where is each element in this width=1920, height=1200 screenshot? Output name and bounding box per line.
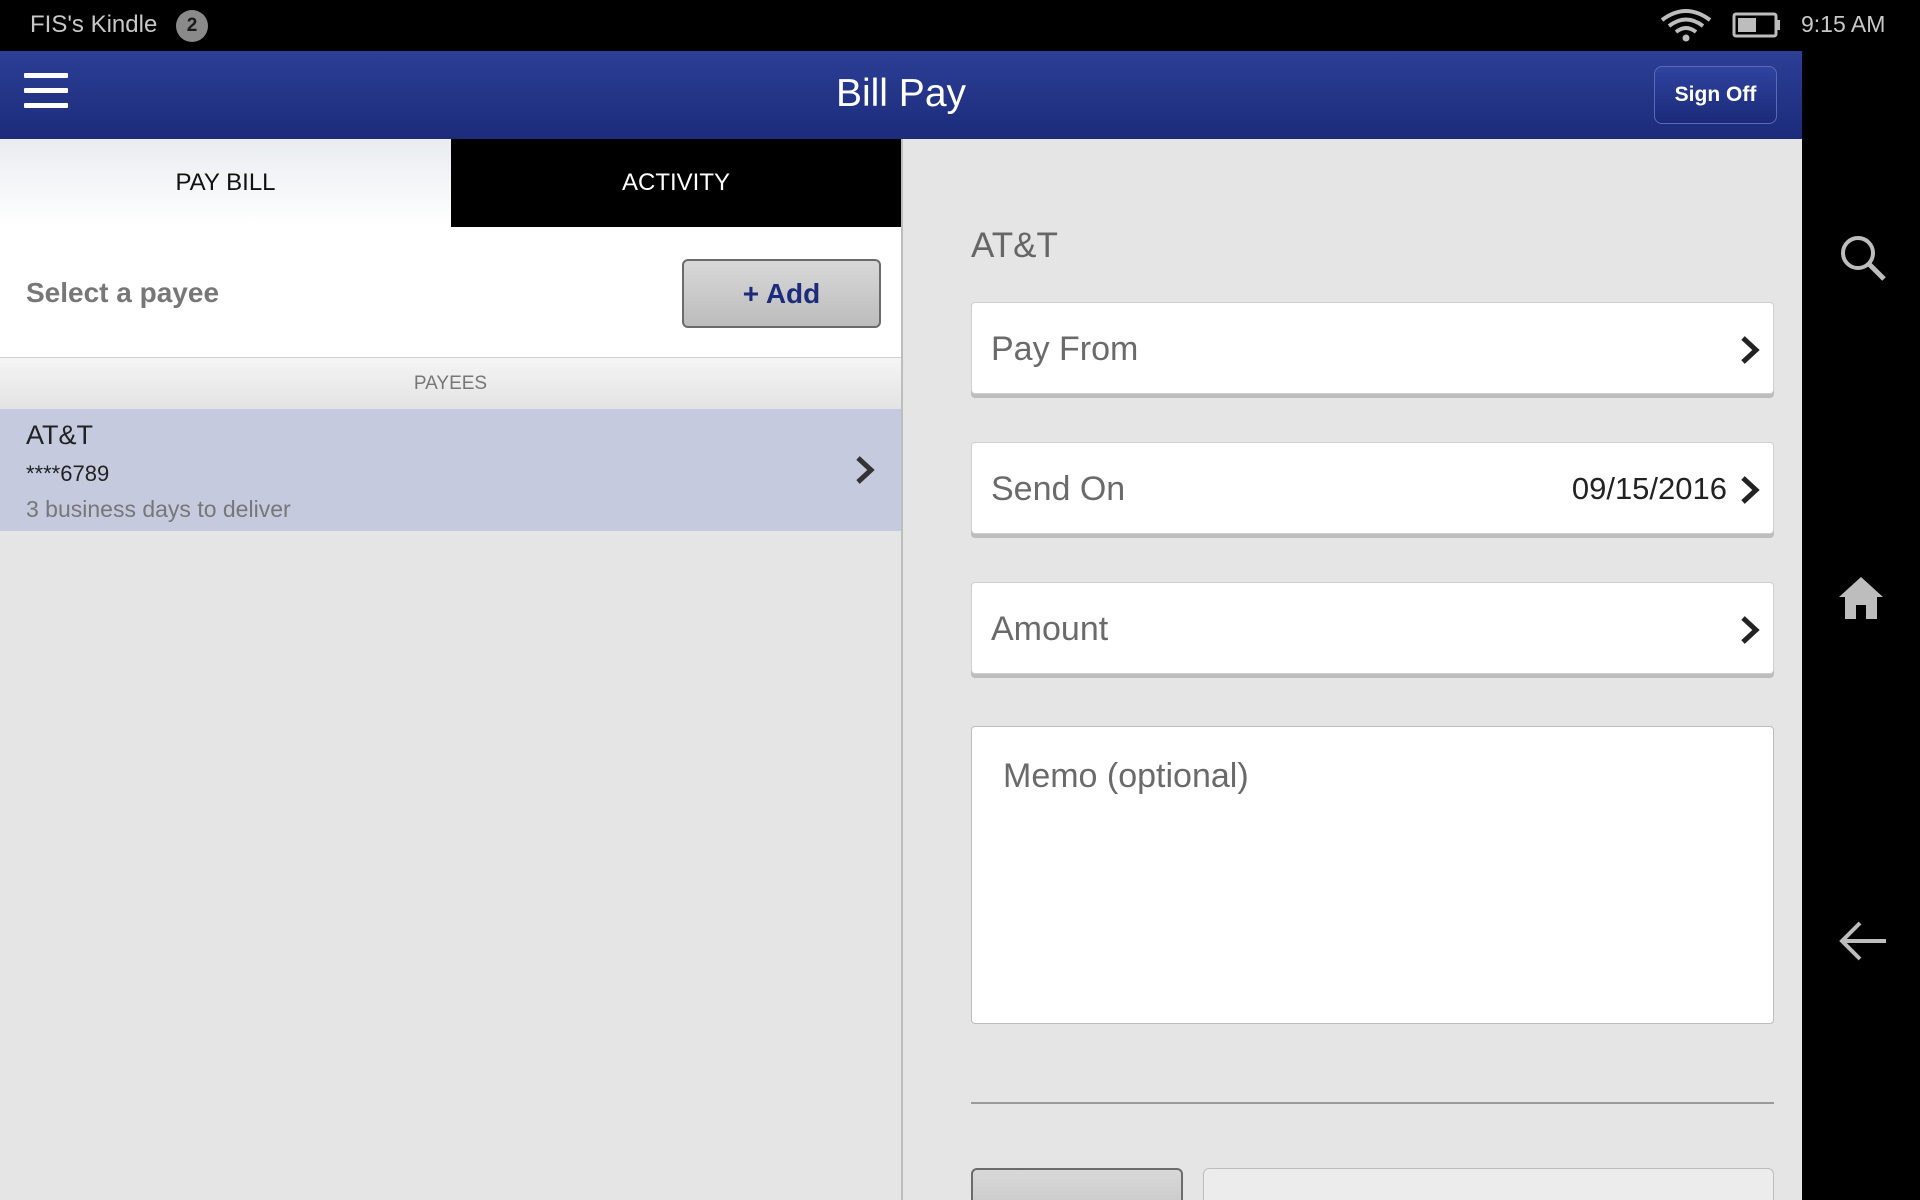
pay-from-field[interactable]: Pay From bbox=[971, 302, 1774, 394]
send-on-label: Send On bbox=[991, 470, 1126, 508]
notification-badge: 2 bbox=[176, 10, 208, 42]
pay-from-label: Pay From bbox=[991, 330, 1139, 368]
payee-panel: PAY BILL ACTIVITY Select a payee + Add P… bbox=[0, 139, 901, 1200]
search-icon[interactable] bbox=[1838, 233, 1888, 283]
back-arrow-icon[interactable] bbox=[1838, 919, 1888, 963]
payee-name: AT&T bbox=[26, 420, 93, 450]
payee-account-number: ****6789 bbox=[26, 461, 110, 486]
send-on-date: 09/15/2016 bbox=[1571, 471, 1727, 506]
home-icon[interactable] bbox=[1837, 575, 1885, 621]
battery-icon bbox=[1732, 12, 1780, 38]
select-payee-bar: Select a payee + Add bbox=[0, 227, 901, 358]
payment-form-panel: AT&T Pay From Send On 09/15/2016 Amount … bbox=[903, 139, 1802, 1200]
memo-placeholder: Memo (optional) bbox=[1003, 757, 1249, 795]
selected-payee-heading: AT&T bbox=[971, 226, 1058, 265]
amount-label: Amount bbox=[991, 610, 1109, 648]
system-nav-bar bbox=[1802, 51, 1920, 1200]
form-separator bbox=[971, 1102, 1774, 1104]
wifi-icon bbox=[1660, 9, 1712, 42]
chevron-right-icon bbox=[1741, 476, 1760, 504]
select-payee-label: Select a payee bbox=[26, 277, 220, 308]
page-title: Bill Pay bbox=[835, 72, 967, 115]
bill-pay-app: Bill Pay Sign Off PAY BILL ACTIVITY Sele… bbox=[0, 51, 1802, 1200]
form-action-button-secondary[interactable] bbox=[971, 1168, 1183, 1200]
form-action-button-primary[interactable] bbox=[1203, 1168, 1774, 1200]
clock: 9:15 AM bbox=[1801, 11, 1886, 37]
amount-field[interactable]: Amount bbox=[971, 582, 1774, 674]
tab-pay-bill[interactable]: PAY BILL bbox=[0, 139, 451, 227]
memo-textarea[interactable]: Memo (optional) bbox=[971, 726, 1774, 1024]
send-on-field[interactable]: Send On 09/15/2016 bbox=[971, 442, 1774, 534]
add-payee-button[interactable]: + Add bbox=[682, 259, 881, 328]
chevron-right-icon bbox=[1741, 616, 1760, 644]
tab-activity[interactable]: ACTIVITY bbox=[451, 139, 901, 227]
payees-section-header: PAYEES bbox=[0, 358, 901, 409]
chevron-right-icon bbox=[856, 456, 875, 484]
payee-delivery-time: 3 business days to deliver bbox=[26, 496, 291, 522]
app-header: Bill Pay Sign Off bbox=[0, 51, 1802, 139]
payee-list-item[interactable]: AT&T ****6789 3 business days to deliver bbox=[0, 409, 901, 531]
sign-off-button[interactable]: Sign Off bbox=[1654, 66, 1777, 124]
status-bar: FIS's Kindle 2 9:15 AM bbox=[0, 0, 1920, 51]
device-name: FIS's Kindle bbox=[30, 11, 158, 38]
chevron-right-icon bbox=[1741, 336, 1760, 364]
